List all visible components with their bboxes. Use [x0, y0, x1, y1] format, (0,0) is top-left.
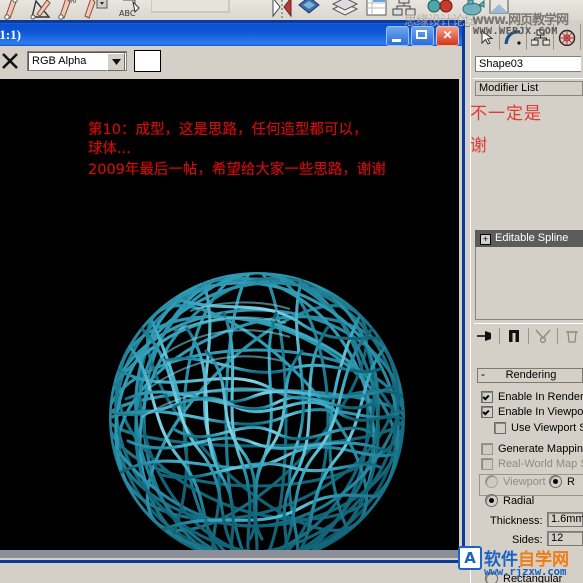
- curve-editor-icon[interactable]: [362, 0, 388, 22]
- color-swatch[interactable]: [134, 50, 161, 72]
- snap-toggle-icon[interactable]: [0, 0, 26, 22]
- schematic-view-icon[interactable]: [389, 0, 416, 22]
- hierarchy-icon: [530, 29, 550, 45]
- percent-snap-icon[interactable]: %: [54, 0, 80, 22]
- minimize-button[interactable]: [386, 26, 409, 46]
- radio-renderer[interactable]: R: [549, 475, 575, 488]
- svg-text:%: %: [69, 0, 76, 5]
- checkbox-enable-in-viewport[interactable]: Enable In Viewpo: [481, 406, 583, 418]
- radio-label: Viewport: [503, 475, 546, 488]
- mirror-icon[interactable]: [267, 0, 293, 22]
- close-icon: ✕: [442, 28, 453, 42]
- render-frame-window: (1:1) ✕ RGB Alpha: [0, 20, 465, 563]
- radio-viewport[interactable]: Viewport: [485, 475, 546, 488]
- sphere-svg: [109, 272, 405, 551]
- material-editor-icon[interactable]: [423, 0, 453, 22]
- checkbox-box[interactable]: [481, 406, 493, 418]
- main-toolbar-icons: % ABC: [0, 0, 511, 22]
- render-window-footer: [0, 550, 459, 558]
- thickness-input[interactable]: 1.6mm: [547, 512, 583, 527]
- motion-tab[interactable]: [554, 24, 581, 50]
- align-icon[interactable]: [294, 0, 320, 22]
- svg-text:ABC: ABC: [119, 9, 136, 18]
- layer-manager-icon[interactable]: [328, 0, 359, 22]
- close-button[interactable]: ✕: [436, 26, 459, 46]
- hierarchy-tab[interactable]: [527, 24, 554, 50]
- checkbox-generate-mapping-coords[interactable]: Generate Mapping: [481, 443, 583, 455]
- checkbox-label: Generate Mapping: [498, 443, 583, 455]
- annotation-line-1: 第10：成型，这是思路，任何造型都可以，: [88, 122, 368, 138]
- minimize-icon: [392, 39, 401, 42]
- wireframe-sphere: [104, 265, 410, 551]
- arrow-cursor-icon: [481, 29, 493, 45]
- checkbox-use-viewport-settings[interactable]: Use Viewport S: [494, 422, 583, 434]
- modifier-list-dropdown[interactable]: Modifier List: [475, 81, 583, 96]
- radio-radial[interactable]: Radial: [485, 494, 534, 507]
- checkbox-box[interactable]: [481, 391, 493, 403]
- rollout-title: Rendering: [505, 369, 557, 381]
- channel-dropdown[interactable]: RGB Alpha: [27, 51, 127, 71]
- channel-value: RGB Alpha: [32, 55, 87, 67]
- object-name-field[interactable]: Shape03: [475, 56, 581, 72]
- empty-field-icon[interactable]: [149, 0, 230, 22]
- show-end-result-icon[interactable]: [503, 326, 525, 346]
- radio-label: R: [567, 475, 575, 488]
- maximize-button[interactable]: [411, 26, 434, 46]
- radio-dot[interactable]: [485, 475, 498, 488]
- rendering-rollout-header[interactable]: - Rendering: [477, 368, 583, 383]
- sides-input[interactable]: 12: [547, 531, 583, 546]
- thickness-label: Thickness:: [490, 515, 543, 527]
- checkbox-label: Enable In Viewpo: [498, 406, 583, 418]
- modifier-stack-list[interactable]: [475, 247, 583, 320]
- render-setup-icon[interactable]: [457, 0, 485, 22]
- 3dsmax-screenshot: % ABC Shape03 Modifier List Editable Spl…: [0, 0, 583, 583]
- command-panel-tabs: [473, 23, 583, 51]
- annotation-line-2: 球体...: [88, 141, 131, 157]
- checkbox-label: Enable In Render: [498, 391, 583, 403]
- maximize-icon: [416, 30, 427, 39]
- render-window-toolbar: RGB Alpha: [0, 46, 462, 76]
- checkbox-label: Use Viewport S: [511, 422, 583, 434]
- make-unique-icon[interactable]: [532, 326, 554, 346]
- curve-icon: [504, 29, 521, 45]
- modify-tab[interactable]: [500, 24, 527, 50]
- spinner-snap-icon[interactable]: [81, 0, 108, 22]
- render-canvas: 第10：成型，这是思路，任何造型都可以， 球体... 2009年最后一帖，希望给…: [0, 79, 459, 551]
- stack-toolbar: [474, 323, 583, 348]
- watermark-rjzxw-url: www.rjzxw.com: [484, 565, 567, 578]
- render-production-icon[interactable]: [484, 0, 510, 22]
- radio-dot[interactable]: [549, 475, 562, 488]
- checkbox-enable-in-renderer[interactable]: Enable In Render: [481, 391, 583, 403]
- stack-entry-editable-spline[interactable]: Editable Spline: [475, 230, 583, 247]
- named-selection-icon[interactable]: ABC: [115, 0, 141, 22]
- x-close-icon[interactable]: [1, 52, 19, 70]
- radio-label: Radial: [503, 494, 535, 507]
- checkbox-real-world-map-size[interactable]: Real-World Map S: [481, 458, 583, 470]
- pin-stack-icon[interactable]: [474, 326, 496, 346]
- radio-dot[interactable]: [485, 494, 498, 507]
- checkbox-box[interactable]: [481, 458, 493, 470]
- checkbox-box[interactable]: [494, 422, 506, 434]
- render-window-title: (1:1): [0, 27, 21, 42]
- remove-modifier-icon[interactable]: [561, 326, 583, 346]
- checkbox-label: Real-World Map S: [498, 458, 583, 470]
- render-window-titlebar: (1:1) ✕: [0, 23, 462, 46]
- wheel-icon: [558, 29, 576, 46]
- angle-snap-icon[interactable]: [27, 0, 53, 22]
- checkbox-box[interactable]: [481, 443, 493, 455]
- chevron-down-icon[interactable]: [107, 53, 125, 71]
- create-tab[interactable]: [473, 24, 500, 50]
- annotation-line-3: 2009年最后一帖，希望给大家一些思路，谢谢: [88, 162, 386, 178]
- watermark-badge: A: [458, 545, 482, 570]
- stack-expand-icon[interactable]: +: [480, 234, 491, 245]
- modifier-list-wrap: Modifier List: [473, 78, 583, 97]
- window-buttons: ✕: [386, 26, 459, 46]
- viewport-annotation-text: 第10：成型，这是思路，任何造型都可以， 球体... 2009年最后一帖，希望给…: [88, 121, 459, 180]
